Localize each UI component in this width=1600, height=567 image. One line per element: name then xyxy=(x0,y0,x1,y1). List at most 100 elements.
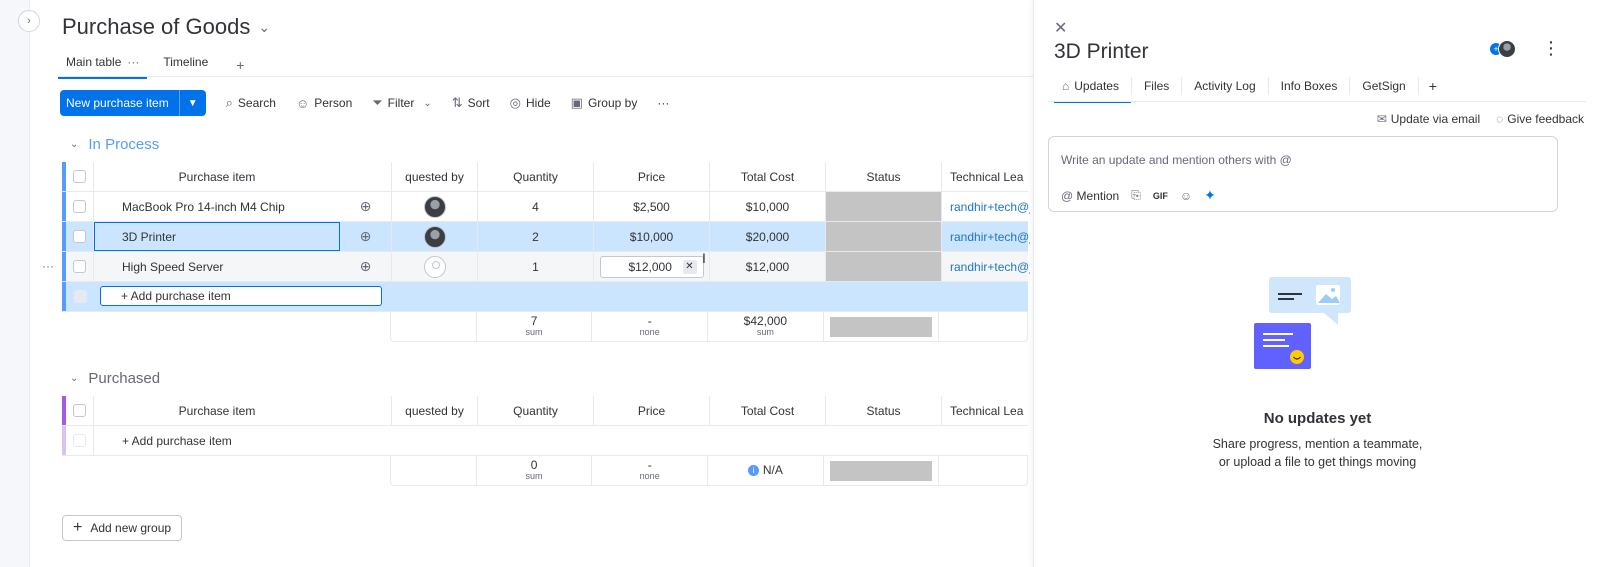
close-icon[interactable]: ✕ xyxy=(1054,18,1067,38)
item-name-cell[interactable]: High Speed Server xyxy=(94,252,340,281)
add-update-icon[interactable]: ⊕ xyxy=(340,222,392,251)
mention-button[interactable]: @ Mention xyxy=(1061,189,1119,203)
add-purchase-item-input[interactable]: + Add purchase item xyxy=(100,286,382,306)
requested-by-cell[interactable] xyxy=(392,252,478,281)
column-header-purchase-item[interactable]: Purchase item xyxy=(94,162,340,191)
column-header-requested-by[interactable]: quested by xyxy=(392,396,478,425)
chevron-down-icon[interactable]: ⌄ xyxy=(70,373,78,384)
row-more-icon[interactable]: ··· xyxy=(42,259,54,273)
tab-info-boxes[interactable]: Info Boxes xyxy=(1269,77,1351,95)
requested-by-cell[interactable] xyxy=(392,222,478,251)
update-input-placeholder[interactable]: Write an update and mention others with … xyxy=(1061,153,1292,167)
add-view-button[interactable]: + xyxy=(226,57,254,73)
column-header-purchase-item[interactable]: Purchase item xyxy=(94,396,340,425)
quantity-cell[interactable]: 4 xyxy=(478,192,594,221)
column-header-requested-by[interactable]: quested by xyxy=(392,162,478,191)
status-cell[interactable] xyxy=(826,252,942,281)
chevron-down-icon[interactable]: ⌄ xyxy=(70,139,78,150)
row-check-cell[interactable] xyxy=(66,192,94,221)
expand-sidebar-icon[interactable]: › xyxy=(18,10,40,32)
subscribers-avatar[interactable]: + xyxy=(1490,40,1516,58)
column-header-quantity[interactable]: Quantity xyxy=(478,396,594,425)
select-all-cell[interactable] xyxy=(66,162,94,191)
row-checkbox[interactable] xyxy=(73,230,86,243)
price-cell[interactable]: $2,500 xyxy=(594,192,710,221)
search-button[interactable]: ⌕ Search xyxy=(216,90,286,116)
tab-updates[interactable]: ⌂ Updates xyxy=(1054,77,1132,103)
column-header-technical-lead[interactable]: Technical Lea xyxy=(942,396,1030,425)
tab-files[interactable]: Files xyxy=(1132,77,1183,95)
select-all-checkbox[interactable] xyxy=(73,170,86,183)
select-all-cell[interactable] xyxy=(66,396,94,425)
group-title[interactable]: In Process xyxy=(88,136,159,153)
add-tab-button[interactable]: + xyxy=(1419,78,1447,94)
hide-button[interactable]: ◎ Hide xyxy=(500,90,561,116)
add-update-icon[interactable]: ⊕ xyxy=(340,252,392,281)
column-header-status[interactable]: Status xyxy=(826,396,942,425)
add-update-icon[interactable]: ⊕ xyxy=(340,192,392,221)
add-item-row[interactable]: + Add purchase item xyxy=(62,426,1028,456)
item-name-cell[interactable]: 3D Printer xyxy=(94,222,340,251)
new-purchase-item-button[interactable]: New purchase item ▼ xyxy=(60,90,206,116)
chevron-down-icon[interactable]: ⌄ xyxy=(258,19,270,36)
filter-button[interactable]: ⏷ Filter ⌄ xyxy=(362,90,441,116)
update-via-email-link[interactable]: ✉ Update via email xyxy=(1377,112,1480,126)
clear-icon[interactable]: ✕ xyxy=(682,259,697,274)
technical-lead-cell[interactable]: randhir+tech@j xyxy=(942,192,1030,221)
tab-more-icon[interactable]: ··· xyxy=(127,55,139,69)
quantity-cell[interactable]: 2 xyxy=(478,222,594,251)
item-name-cell[interactable]: MacBook Pro 14-inch M4 Chip xyxy=(94,192,340,221)
tab-main-table[interactable]: Main table ··· xyxy=(58,53,148,79)
column-header-total-cost[interactable]: Total Cost xyxy=(710,162,826,191)
add-purchase-item-link[interactable]: + Add purchase item xyxy=(94,426,340,455)
group-header-in-process[interactable]: ⌄ In Process xyxy=(70,136,159,153)
chevron-down-icon[interactable]: ⌄ xyxy=(423,98,431,109)
price-cell[interactable]: $12,000 ✕ xyxy=(594,252,710,281)
row-checkbox[interactable] xyxy=(73,260,86,273)
group-title[interactable]: Purchased xyxy=(88,370,160,387)
column-header-quantity[interactable]: Quantity xyxy=(478,162,594,191)
row-check-cell[interactable] xyxy=(66,222,94,251)
board-title[interactable]: Purchase of Goods ⌄ xyxy=(62,14,270,40)
column-header-status[interactable]: Status xyxy=(826,162,942,191)
ai-sparkle-icon[interactable]: ✦ xyxy=(1204,187,1216,204)
column-header-total-cost[interactable]: Total Cost xyxy=(710,396,826,425)
panel-more-icon[interactable]: ⋮ xyxy=(1542,38,1560,59)
column-header-price[interactable]: Price xyxy=(594,396,710,425)
price-input[interactable]: $12,000 ✕ xyxy=(599,255,704,278)
update-composer[interactable]: Write an update and mention others with … xyxy=(1048,136,1558,212)
tab-timeline[interactable]: Timeline xyxy=(155,53,216,77)
quantity-cell[interactable]: 1 xyxy=(478,252,594,281)
gif-button[interactable]: GIF xyxy=(1153,191,1168,201)
price-cell[interactable]: $10,000 xyxy=(594,222,710,251)
table-row[interactable]: MacBook Pro 14-inch M4 Chip ⊕ 4 $2,500 $… xyxy=(62,192,1030,222)
requested-by-cell[interactable] xyxy=(392,192,478,221)
status-cell[interactable] xyxy=(826,192,942,221)
summary-status[interactable] xyxy=(824,456,940,485)
person-filter-button[interactable]: ☺ Person xyxy=(286,90,362,116)
group-by-button[interactable]: ▣ Group by xyxy=(561,90,648,116)
info-icon[interactable]: i xyxy=(747,465,759,476)
give-feedback-link[interactable]: ◌ Give feedback xyxy=(1496,112,1584,126)
attachment-icon[interactable]: ⎘ xyxy=(1131,188,1141,203)
column-header-price[interactable]: Price xyxy=(594,162,710,191)
table-row[interactable]: High Speed Server ⊕ 1 $12,000 ✕ $12,000 … xyxy=(62,252,1030,282)
select-all-checkbox[interactable] xyxy=(73,404,86,417)
chevron-down-icon[interactable]: ▼ xyxy=(178,90,206,116)
more-options-button[interactable]: ··· xyxy=(647,90,679,116)
sort-button[interactable]: ⇅ Sort xyxy=(442,90,500,116)
group-header-purchased[interactable]: ⌄ Purchased xyxy=(70,370,160,387)
add-new-group-button[interactable]: + Add new group xyxy=(62,515,183,541)
row-checkbox[interactable] xyxy=(73,200,86,213)
tab-getsign[interactable]: GetSign xyxy=(1350,77,1419,95)
emoji-icon[interactable]: ☺ xyxy=(1180,189,1192,203)
status-cell[interactable] xyxy=(826,222,942,251)
technical-lead-cell[interactable]: randhir+tech@j xyxy=(942,222,1030,251)
add-item-row[interactable]: + Add purchase item xyxy=(62,282,1028,312)
tab-activity-log[interactable]: Activity Log xyxy=(1182,77,1269,95)
technical-lead-cell[interactable]: randhir+tech@j xyxy=(942,252,1030,281)
panel-title[interactable]: 3D Printer xyxy=(1054,40,1149,64)
column-header-technical-lead[interactable]: Technical Lea xyxy=(942,162,1030,191)
table-row[interactable]: 3D Printer ⊕ 2 $10,000 $20,000 randhir+t… xyxy=(62,222,1030,252)
summary-status[interactable] xyxy=(824,312,940,341)
